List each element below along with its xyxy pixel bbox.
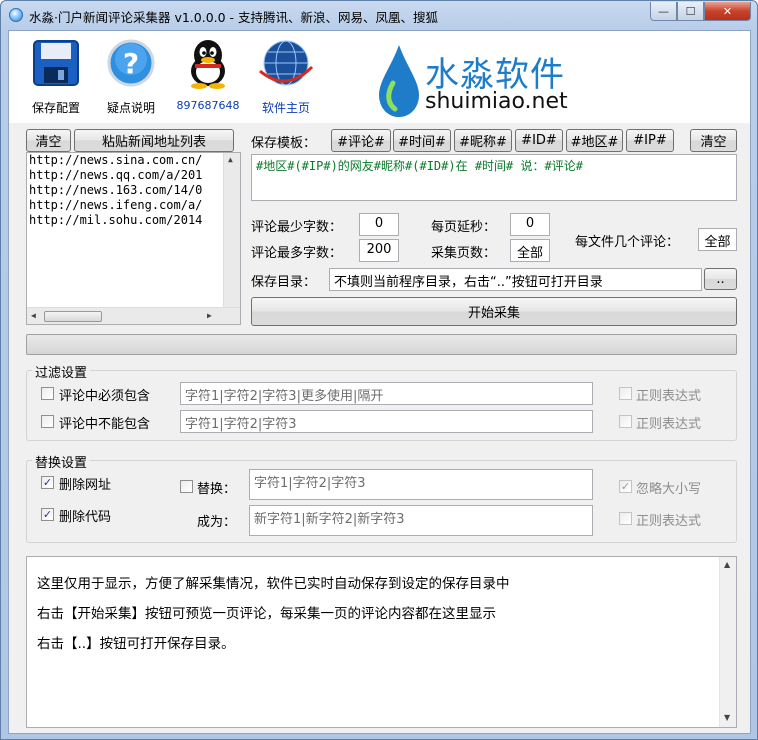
replace-regex-label: 正则表达式 <box>636 514 702 529</box>
remove-url-checkbox[interactable]: ✓ <box>41 476 54 489</box>
scroll-up-arrow-icon[interactable]: ▲ <box>724 560 730 569</box>
not-contain-checkbox[interactable] <box>41 415 54 428</box>
log-line: 这里仅用于显示，方便了解采集情况，软件已实时自动保存到设定的保存目录中 <box>37 576 510 592</box>
become-input[interactable]: 新字符1|新字符2|新字符3 <box>249 505 593 536</box>
must-contain-label: 评论中必须包含 <box>59 389 151 404</box>
replace-group-title: 替换设置 <box>32 452 91 471</box>
tag-ip-button[interactable]: #IP# <box>626 129 674 152</box>
per-file-input[interactable]: 全部 <box>698 228 737 251</box>
title-bar[interactable]: 水淼·门户新闻评论采集器 v1.0.0.0 - 支持腾讯、新浪、网易、凤凰、搜狐… <box>1 1 757 29</box>
must-contain-input[interactable]: 字符1|字符2|字符3|更多使用|隔开 <box>180 382 593 405</box>
water-drop-icon <box>379 45 419 117</box>
scroll-right-arrow-icon[interactable]: ▶ <box>207 311 212 320</box>
progress-bar <box>26 334 737 355</box>
tag-time-button[interactable]: #时间# <box>393 129 451 152</box>
qq-tool[interactable]: 897687648 <box>175 37 241 112</box>
per-file-label: 每文件几个评论： <box>575 235 680 250</box>
app-icon <box>9 8 23 22</box>
minimize-button[interactable]: — <box>650 2 677 21</box>
regex-label-1: 正则表达式 <box>636 389 702 404</box>
tag-nickname-button[interactable]: #昵称# <box>454 129 512 152</box>
must-contain-checkbox[interactable] <box>41 387 54 400</box>
window-title: 水淼·门户新闻评论采集器 v1.0.0.0 - 支持腾讯、新浪、网易、凤凰、搜狐 <box>29 10 439 25</box>
paste-urls-button[interactable]: 粘贴新闻地址列表 <box>74 129 234 152</box>
ignore-case-checkbox[interactable]: ✓ <box>619 480 632 493</box>
scroll-up-arrow-icon[interactable]: ▲ <box>228 155 233 164</box>
vertical-scrollbar[interactable]: ▲ <box>223 153 240 309</box>
regex-checkbox-2[interactable] <box>619 415 632 428</box>
template-input[interactable]: #地区#(#IP#)的网友#昵称#(#ID#)在 #时间# 说：#评论# <box>251 154 737 201</box>
qq-number-label: 897687648 <box>176 99 240 112</box>
replace-label: 替换： <box>197 482 237 497</box>
url-item: http://news.ifeng.com/a/ <box>29 198 203 212</box>
save-config-tool[interactable]: 保存配置 <box>25 37 87 116</box>
remove-code-checkbox[interactable]: ✓ <box>41 508 54 521</box>
clear-template-button[interactable]: 清空 <box>690 129 737 152</box>
replace-regex-checkbox[interactable] <box>619 512 632 525</box>
brand-name-en: shuimiao.net <box>425 89 568 114</box>
min-chars-label: 评论最少字数： <box>251 220 343 235</box>
horizontal-scrollbar[interactable]: ◀ ▶ <box>27 307 240 324</box>
start-collect-button[interactable]: 开始采集 <box>251 297 737 326</box>
log-vertical-scrollbar[interactable]: ▲ ▼ <box>719 557 736 727</box>
homepage-tool[interactable]: 软件主页 <box>253 37 319 116</box>
regex-checkbox-1[interactable] <box>619 387 632 400</box>
regex-label-2: 正则表达式 <box>636 417 702 432</box>
globe-icon <box>256 37 316 89</box>
pages-input[interactable]: 全部 <box>510 239 550 262</box>
maximize-button[interactable]: ☐ <box>677 2 704 21</box>
save-dir-input[interactable]: 不填则当前程序目录，右击“..”按钮可打开目录 <box>329 268 702 291</box>
url-item: http://mil.sohu.com/2014 <box>29 213 203 227</box>
url-item: http://news.163.com/14/0 <box>29 183 203 197</box>
save-config-label: 保存配置 <box>31 101 80 115</box>
log-output[interactable]: 这里仅用于显示，方便了解采集情况，软件已实时自动保存到设定的保存目录中 右击【开… <box>26 556 737 728</box>
scroll-down-arrow-icon[interactable]: ▼ <box>724 713 730 722</box>
tag-region-button[interactable]: #地区# <box>566 129 623 152</box>
pages-label: 采集页数： <box>431 246 497 261</box>
url-list[interactable]: http://news.sina.com.cn/ http://news.qq.… <box>26 152 241 325</box>
tag-id-button[interactable]: #ID# <box>515 129 563 152</box>
filter-group-title: 过滤设置 <box>32 362 91 381</box>
help-label: 疑点说明 <box>106 101 155 115</box>
max-chars-input[interactable]: 200 <box>359 239 399 262</box>
replace-input[interactable]: 字符1|字符2|字符3 <box>249 469 593 500</box>
min-chars-input[interactable]: 0 <box>359 213 399 236</box>
app-window: 水淼·门户新闻评论采集器 v1.0.0.0 - 支持腾讯、新浪、网易、凤凰、搜狐… <box>0 0 758 740</box>
become-label: 成为： <box>197 515 237 530</box>
floppy-disk-icon <box>32 37 80 89</box>
close-button[interactable]: ✕ <box>704 2 751 21</box>
log-line: 右击【开始采集】按钮可预览一页评论，每采集一页的评论内容都在这里显示 <box>37 606 496 622</box>
template-label: 保存模板： <box>251 136 317 151</box>
remove-url-label: 删除网址 <box>59 478 112 493</box>
toolbar: 保存配置 ? 疑点说明 897687648 软件主页 水淼软件 shuimiao… <box>9 31 750 123</box>
ignore-case-label: 忽略大小写 <box>636 482 702 497</box>
brand-logo: 水淼软件 shuimiao.net <box>377 39 577 119</box>
homepage-label: 软件主页 <box>261 101 310 115</box>
remove-code-label: 删除代码 <box>59 510 112 525</box>
horizontal-scroll-thumb[interactable] <box>44 311 102 322</box>
client-area: 保存配置 ? 疑点说明 897687648 软件主页 水淼软件 shuimiao… <box>8 30 751 734</box>
browse-dir-button[interactable]: .. <box>704 268 737 290</box>
delay-label: 每页延秒： <box>431 220 497 235</box>
scroll-left-arrow-icon[interactable]: ◀ <box>31 311 36 320</box>
not-contain-label: 评论中不能包含 <box>59 417 151 432</box>
not-contain-input[interactable]: 字符1|字符2|字符3 <box>180 410 593 433</box>
qq-penguin-icon <box>184 37 232 89</box>
max-chars-label: 评论最多字数： <box>251 246 343 261</box>
url-item: http://news.qq.com/a/201 <box>29 168 203 182</box>
replace-checkbox[interactable] <box>180 480 193 493</box>
url-item: http://news.sina.com.cn/ <box>29 153 203 167</box>
delay-input[interactable]: 0 <box>510 213 550 236</box>
tag-comment-button[interactable]: #评论# <box>331 129 391 152</box>
help-tool[interactable]: ? 疑点说明 <box>99 37 163 116</box>
help-icon: ? <box>107 37 155 89</box>
log-line: 右击【..】按钮可打开保存目录。 <box>37 636 235 652</box>
svg-text:?: ? <box>123 47 139 80</box>
clear-urls-button[interactable]: 清空 <box>26 129 71 152</box>
save-dir-label: 保存目录： <box>251 275 317 290</box>
